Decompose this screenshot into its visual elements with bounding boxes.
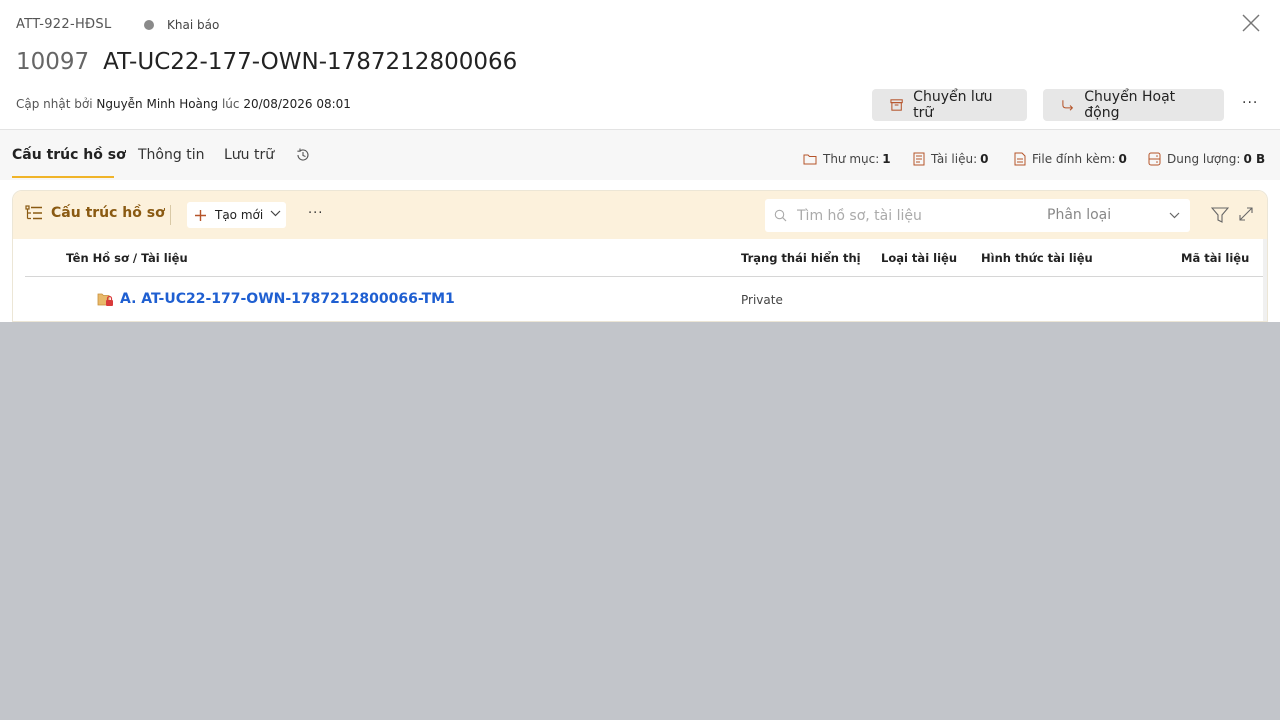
stat-documents: Tài liệu: 0 <box>913 152 989 166</box>
close-icon[interactable] <box>1240 12 1262 34</box>
tab-storage[interactable]: Lưu trữ <box>224 147 274 163</box>
active-tab-indicator <box>12 176 114 178</box>
structure-title: Cấu trúc hồ sơ <box>25 205 165 221</box>
stat-documents-value: 0 <box>980 152 989 166</box>
classify-label: Phân loại <box>1047 207 1112 223</box>
row-name-link[interactable]: A. AT-UC22-177-OWN-1787212800066-TM1 <box>97 291 455 307</box>
record-number: 10097 <box>16 49 90 75</box>
structure-title-label: Cấu trúc hồ sơ <box>51 205 165 221</box>
vertical-scrollbar[interactable] <box>1263 239 1267 321</box>
stat-documents-label: Tài liệu: <box>931 152 978 166</box>
stat-folders-value: 1 <box>882 152 891 166</box>
search-icon <box>774 209 787 222</box>
updated-info: Cập nhật bởi Nguyễn Minh Hoàng lúc 20/08… <box>16 97 351 111</box>
status-label: Khai báo <box>167 18 220 32</box>
stat-attachments-value: 0 <box>1118 152 1127 166</box>
status-dot <box>144 20 154 30</box>
stat-folders: Thư mục: 1 <box>803 152 891 166</box>
attachment-file-icon <box>1014 152 1026 166</box>
column-header-visibility[interactable]: Trạng thái hiển thị <box>741 251 861 265</box>
updated-at-prefix: lúc <box>221 97 240 111</box>
structure-toolbar: Cấu trúc hồ sơ Tạo mới ··· Tìm hồ sơ, tà… <box>13 191 1267 239</box>
storage-icon <box>1148 152 1161 166</box>
row-visibility: Private <box>741 293 783 307</box>
redirect-arrow-icon <box>1062 100 1074 111</box>
stat-size-value: 0 B <box>1243 152 1266 166</box>
tab-structure[interactable]: Cấu trúc hồ sơ <box>12 147 126 163</box>
structure-card: Cấu trúc hồ sơ Tạo mới ··· Tìm hồ sơ, tà… <box>12 190 1268 322</box>
activate-button[interactable]: Chuyển Hoạt động <box>1043 89 1224 121</box>
updated-by: Nguyễn Minh Hoàng <box>96 97 219 111</box>
row-name-label: A. AT-UC22-177-OWN-1787212800066-TM1 <box>120 291 455 307</box>
toolbar-divider <box>170 205 171 225</box>
stat-size-label: Dung lượng: <box>1167 152 1241 166</box>
history-icon[interactable] <box>295 147 311 163</box>
document-icon <box>913 152 925 166</box>
column-header-doc-type[interactable]: Loại tài liệu <box>881 251 957 265</box>
stat-attachments: File đính kèm: 0 <box>1014 152 1127 166</box>
updated-at: 20/08/2026 08:01 <box>243 97 351 111</box>
table-row[interactable]: A. AT-UC22-177-OWN-1787212800066-TM1 Pri… <box>25 277 1267 321</box>
more-options-button[interactable]: ··· <box>1242 95 1258 111</box>
tab-info[interactable]: Thông tin <box>138 147 204 163</box>
column-header-name[interactable]: Tên Hồ sơ / Tài liệu <box>66 251 188 265</box>
create-new-label: Tạo mới <box>215 208 264 222</box>
updated-prefix: Cập nhật bởi <box>16 97 93 111</box>
record-header: ATT-922-HĐSL Khai báo 10097 AT-UC22-177-O… <box>0 0 1280 130</box>
page-title: 10097 AT-UC22-177-OWN-1787212800066 <box>16 49 517 75</box>
status-indicator: Khai báo <box>144 18 219 32</box>
tab-bar: Cấu trúc hồ sơ Thông tin Lưu trữ Thư mục… <box>0 130 1280 180</box>
tree-list-icon <box>25 205 42 220</box>
expand-icon[interactable] <box>1239 207 1253 221</box>
activate-button-label: Chuyển Hoạt động <box>1084 89 1176 121</box>
chevron-down-icon <box>270 210 281 217</box>
create-new-button[interactable]: Tạo mới <box>187 202 286 228</box>
record-detail-panel: ATT-922-HĐSL Khai báo 10097 AT-UC22-177-O… <box>0 0 1280 322</box>
search-input[interactable] <box>797 206 1037 226</box>
locked-folder-icon <box>97 293 113 306</box>
chevron-down-icon <box>1169 212 1180 219</box>
record-code: ATT-922-HĐSL <box>16 17 112 32</box>
record-name: AT-UC22-177-OWN-1787212800066 <box>103 49 518 75</box>
filter-icon[interactable] <box>1211 207 1229 223</box>
folder-icon <box>803 154 817 165</box>
toolbar-more-button[interactable]: ··· <box>308 206 323 221</box>
classify-select[interactable]: Phân loại <box>1047 207 1187 225</box>
stat-folders-label: Thư mục: <box>823 152 880 166</box>
column-header-doc-code[interactable]: Mã tài liệu <box>1181 251 1249 265</box>
table-header: Tên Hồ sơ / Tài liệu Trạng thái hiển thị… <box>25 239 1267 277</box>
archive-box-icon <box>890 99 903 111</box>
stat-size: Dung lượng: 0 B <box>1148 152 1265 166</box>
archive-button[interactable]: Chuyển lưu trữ <box>872 89 1027 121</box>
stat-attachments-label: File đính kèm: <box>1032 152 1116 166</box>
column-header-doc-form[interactable]: Hình thức tài liệu <box>981 251 1093 265</box>
search-box: Phân loại <box>765 199 1190 232</box>
plus-icon <box>195 209 206 221</box>
archive-button-label: Chuyển lưu trữ <box>913 89 993 121</box>
